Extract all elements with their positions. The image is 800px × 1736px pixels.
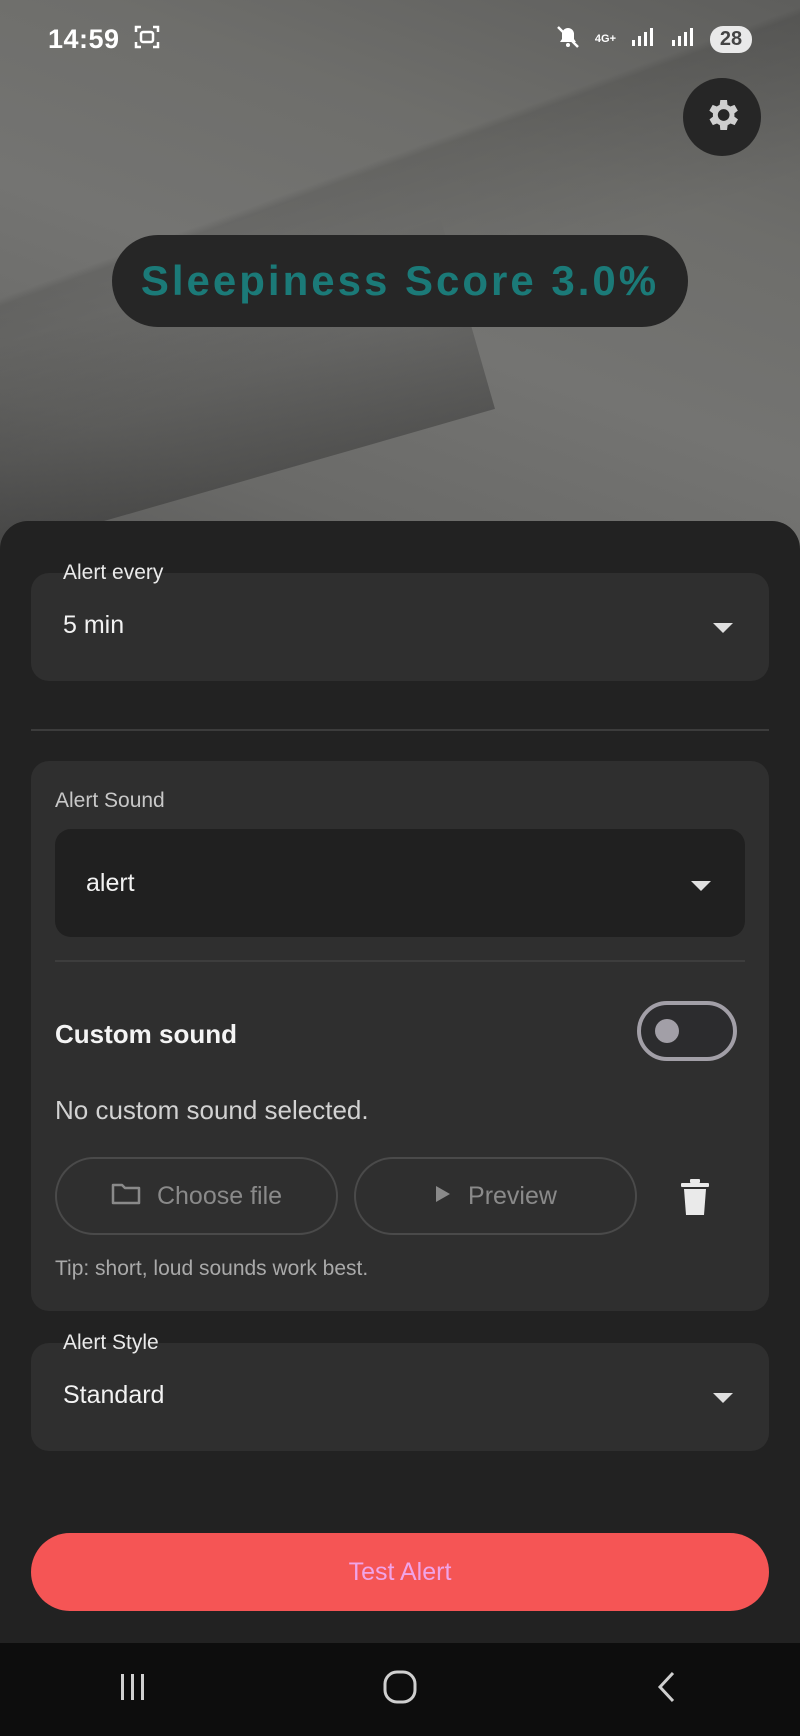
screenshot-icon <box>134 24 160 55</box>
gear-icon <box>702 95 742 140</box>
recents-button[interactable] <box>103 1660 163 1720</box>
sound-tip: Tip: short, loud sounds work best. <box>55 1257 369 1280</box>
alert-sound-value: alert <box>86 869 135 897</box>
settings-button[interactable] <box>683 78 761 156</box>
back-button[interactable] <box>637 1660 697 1720</box>
alert-style-dropdown[interactable]: Alert Style Standard <box>31 1331 769 1451</box>
custom-sound-toggle[interactable] <box>637 1001 737 1061</box>
delete-sound-button[interactable] <box>680 1179 710 1217</box>
home-button[interactable] <box>370 1660 430 1720</box>
section-divider <box>31 729 769 731</box>
alert-interval-value: 5 min <box>63 611 125 639</box>
toggle-knob <box>655 1019 679 1043</box>
preview-button[interactable]: Preview <box>354 1157 637 1235</box>
status-bar: 14:59 4G+ 28 <box>0 0 800 78</box>
home-icon <box>382 1669 418 1710</box>
preview-label: Preview <box>468 1181 557 1210</box>
play-icon <box>434 1182 452 1211</box>
sleepiness-score-text: Sleepiness Score 3.0% <box>140 257 660 304</box>
recents-icon <box>117 1672 149 1707</box>
back-icon <box>655 1670 679 1709</box>
chevron-down-icon <box>713 623 733 633</box>
signal-icon-2 <box>670 26 696 53</box>
alert-sound-dropdown[interactable]: alert <box>55 829 745 937</box>
status-time: 14:59 <box>48 23 120 54</box>
custom-sound-label: Custom sound <box>55 1019 237 1049</box>
chevron-down-icon <box>713 1393 733 1403</box>
chevron-down-icon <box>691 881 711 891</box>
test-alert-button[interactable]: Test Alert <box>31 1533 769 1611</box>
alert-interval-label: Alert every <box>63 561 164 584</box>
test-alert-label: Test Alert <box>348 1557 452 1586</box>
alert-style-value: Standard <box>63 1381 165 1409</box>
alert-sound-card: Alert Sound alert Custom sound No custom… <box>31 761 769 1311</box>
choose-file-label: Choose file <box>156 1181 283 1210</box>
network-type: 4G+ <box>594 33 616 45</box>
sleepiness-score-badge: Sleepiness Score 3.0% <box>112 235 688 327</box>
folder-icon <box>111 1181 141 1212</box>
no-custom-sound-text: No custom sound selected. <box>55 1095 369 1125</box>
trash-icon <box>680 1179 710 1221</box>
alert-sound-label: Alert Sound <box>55 789 165 812</box>
signal-icon <box>630 26 656 53</box>
alert-style-label: Alert Style <box>63 1331 159 1354</box>
mute-icon <box>555 24 581 55</box>
choose-file-button[interactable]: Choose file <box>55 1157 338 1235</box>
system-nav-bar <box>0 1643 800 1736</box>
battery-level: 28 <box>710 25 752 53</box>
sound-divider <box>55 960 745 962</box>
alert-interval-dropdown[interactable]: Alert every 5 min <box>31 561 769 681</box>
